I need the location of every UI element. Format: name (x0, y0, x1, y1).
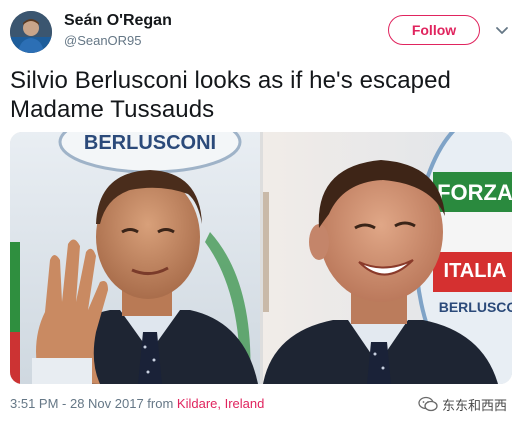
right-banner-text-3: BERLUSCONI (439, 299, 512, 315)
tweet-media[interactable]: BERLUSCONI FORZA ITALIA BERLUSCO (10, 132, 512, 384)
photo-right[interactable]: FORZA ITALIA BERLUSCONI (263, 132, 512, 384)
timestamp-text[interactable]: 3:51 PM - 28 Nov 2017 from (10, 396, 177, 411)
avatar[interactable] (10, 11, 52, 53)
right-banner-text-2: ITALIA (444, 260, 507, 282)
left-banner-text: BERLUSCONI (84, 132, 216, 154)
timestamp: 3:51 PM - 28 Nov 2017 from Kildare, Irel… (10, 396, 264, 412)
watermark: 东东和西西 (418, 394, 518, 414)
user-avatar-icon (10, 11, 52, 53)
tweet-text: Silvio Berlusconi looks as if he's escap… (10, 67, 452, 123)
display-name[interactable]: Seán O'Regan (64, 11, 172, 31)
watermark-text: 东东和西西 (442, 398, 508, 414)
tweet-header: Seán O'Regan @SeanOR95 Follow (10, 10, 512, 56)
wechat-icon (418, 396, 438, 412)
tweet-card: Seán O'Regan @SeanOR95 Follow Silvio Ber… (0, 0, 522, 424)
location-link[interactable]: Kildare, Ireland (177, 396, 264, 411)
user-block: Seán O'Regan @SeanOR95 (64, 11, 172, 50)
user-handle[interactable]: @SeanOR95 (64, 32, 172, 50)
right-banner-text-1: FORZA (437, 180, 512, 205)
follow-button[interactable]: Follow (388, 15, 480, 45)
chevron-down-icon[interactable] (492, 20, 512, 40)
photo-left[interactable]: BERLUSCONI (10, 132, 260, 384)
